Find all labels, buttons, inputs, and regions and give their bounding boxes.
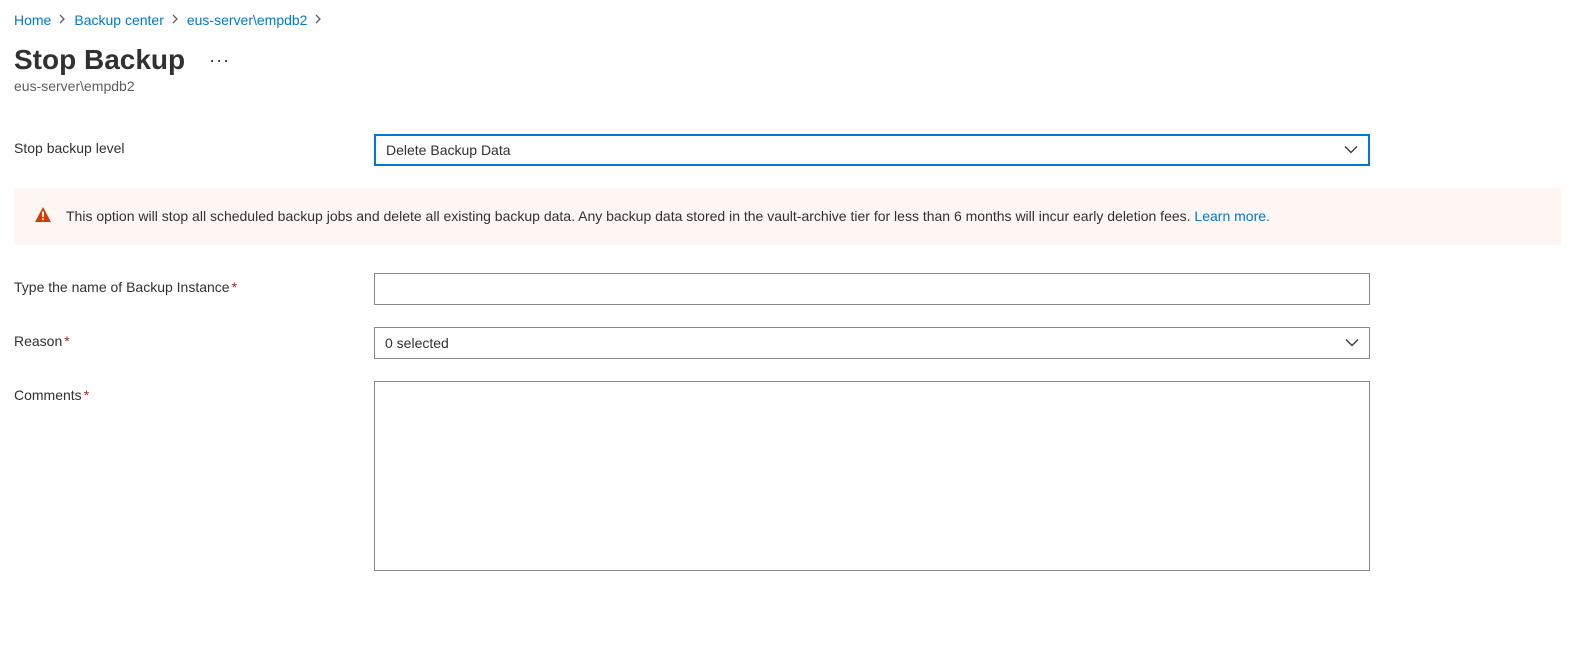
page-header: Stop Backup ··· eus-server\empdb2 — [14, 44, 1561, 94]
breadcrumb: Home Backup center eus-server\empdb2 — [14, 12, 1561, 28]
stop-level-select[interactable]: Delete Backup Data — [374, 134, 1370, 166]
stop-level-row: Stop backup level Delete Backup Data — [14, 134, 1561, 166]
chevron-right-icon — [315, 13, 322, 27]
instance-name-label-text: Type the name of Backup Instance — [14, 279, 230, 295]
stop-level-label: Stop backup level — [14, 134, 374, 156]
breadcrumb-backup-center[interactable]: Backup center — [74, 12, 164, 28]
reason-select[interactable]: 0 selected — [374, 327, 1370, 359]
comments-input[interactable] — [374, 381, 1370, 571]
chevron-down-icon — [1344, 146, 1358, 155]
page-subtitle: eus-server\empdb2 — [14, 78, 1561, 94]
stop-level-value: Delete Backup Data — [386, 142, 511, 158]
reason-label-text: Reason — [14, 333, 62, 349]
warning-text: This option will stop all scheduled back… — [66, 207, 1270, 227]
warning-message: This option will stop all scheduled back… — [66, 208, 1194, 224]
reason-row: Reason* 0 selected — [14, 327, 1561, 359]
required-indicator: * — [84, 387, 89, 403]
warning-banner: This option will stop all scheduled back… — [14, 188, 1561, 245]
learn-more-link[interactable]: Learn more. — [1194, 208, 1269, 224]
page-title: Stop Backup — [14, 44, 185, 76]
reason-label: Reason* — [14, 327, 374, 349]
instance-name-row: Type the name of Backup Instance* — [14, 273, 1561, 305]
chevron-right-icon — [59, 13, 66, 27]
required-indicator: * — [232, 279, 237, 295]
comments-label: Comments* — [14, 381, 374, 403]
warning-icon — [34, 206, 52, 227]
reason-value: 0 selected — [385, 335, 449, 351]
more-actions-button[interactable]: ··· — [201, 46, 238, 75]
instance-name-label: Type the name of Backup Instance* — [14, 273, 374, 295]
required-indicator: * — [64, 333, 69, 349]
chevron-right-icon — [172, 13, 179, 27]
comments-row: Comments* — [14, 381, 1561, 574]
comments-label-text: Comments — [14, 387, 82, 403]
breadcrumb-home[interactable]: Home — [14, 12, 51, 28]
breadcrumb-instance[interactable]: eus-server\empdb2 — [187, 12, 308, 28]
chevron-down-icon — [1345, 339, 1359, 348]
instance-name-input[interactable] — [374, 273, 1370, 305]
